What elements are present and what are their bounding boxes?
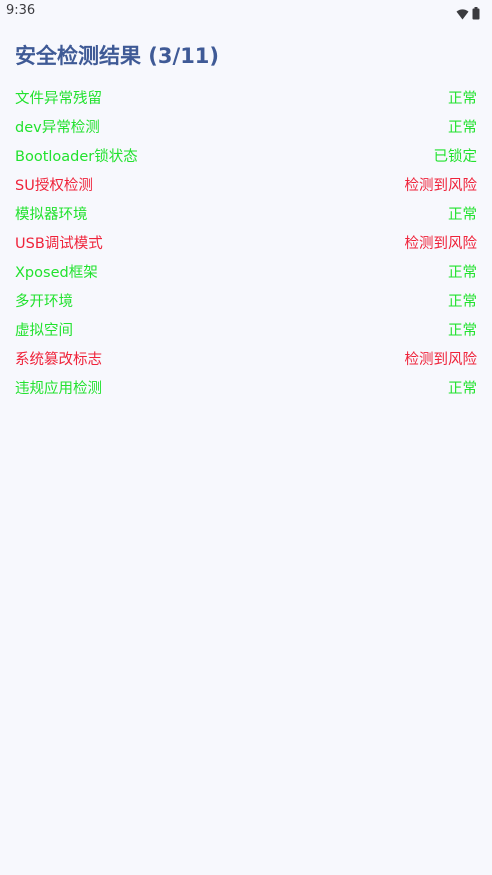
check-item-label: Bootloader锁状态 bbox=[15, 149, 138, 165]
list-item: Bootloader锁状态 已锁定 bbox=[15, 141, 477, 170]
page-title: 安全检测结果 (3/11) bbox=[15, 44, 220, 68]
check-item-status: 正常 bbox=[448, 323, 477, 339]
wifi-icon bbox=[456, 5, 469, 24]
check-item-label: 违规应用检测 bbox=[15, 381, 102, 397]
check-item-status: 检测到风险 bbox=[404, 352, 478, 368]
check-item-label: USB调试模式 bbox=[15, 236, 103, 252]
check-item-label: dev异常检测 bbox=[15, 120, 100, 136]
check-item-status: 正常 bbox=[448, 381, 477, 397]
check-item-label: 模拟器环境 bbox=[15, 207, 88, 223]
check-result-list: 文件异常残留 正常 dev异常检测 正常 Bootloader锁状态 已锁定 SU授权检测检… bbox=[15, 83, 477, 402]
status-time: 9:36 bbox=[6, 3, 36, 18]
list-item: dev异常检测 正常 bbox=[15, 112, 477, 141]
list-item: 虚拟空间 正常 bbox=[15, 315, 477, 344]
check-item-status: 正常 bbox=[448, 294, 477, 310]
check-item-label: 系统篡改标志 bbox=[15, 352, 102, 368]
check-item-status: 检测到风险 bbox=[404, 178, 478, 194]
status-bar: 9:36 bbox=[0, 0, 492, 24]
list-item: 文件异常残留 正常 bbox=[15, 83, 477, 112]
list-item: 系统篡改标志 检测到风险 bbox=[15, 344, 477, 373]
battery-icon bbox=[472, 5, 480, 24]
check-item-status: 检测到风险 bbox=[404, 236, 478, 252]
list-item: 违规应用检测 正常 bbox=[15, 373, 477, 402]
check-item-status: 正常 bbox=[448, 120, 477, 136]
check-item-label: 多开环境 bbox=[15, 294, 73, 310]
list-item: Xposed框架 正常 bbox=[15, 257, 477, 286]
check-item-label: Xposed框架 bbox=[15, 265, 98, 281]
check-item-status: 正常 bbox=[448, 207, 477, 223]
check-item-label: 虚拟空间 bbox=[15, 323, 73, 339]
list-item: 模拟器环境 正常 bbox=[15, 199, 477, 228]
check-item-status: 正常 bbox=[448, 91, 477, 107]
list-item: USB调试模式 检测到风险 bbox=[15, 228, 477, 257]
status-icons bbox=[456, 5, 480, 24]
check-item-status: 已锁定 bbox=[433, 149, 478, 165]
check-item-label: 文件异常残留 bbox=[15, 91, 102, 107]
check-item-status: 正常 bbox=[448, 265, 477, 281]
list-item: 多开环境 正常 bbox=[15, 286, 477, 315]
check-item-label: SU授权检测 bbox=[15, 178, 93, 194]
list-item: SU授权检测 检测到风险 bbox=[15, 170, 477, 199]
